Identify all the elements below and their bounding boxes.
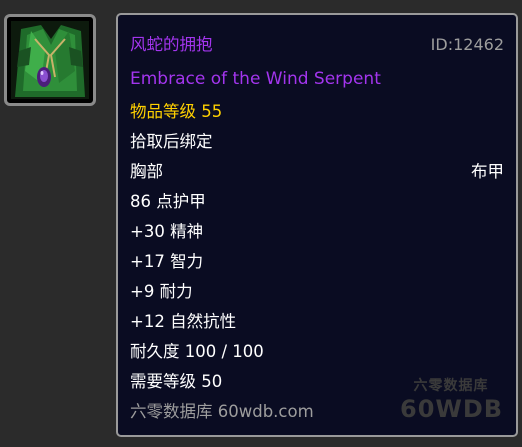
bind-type: 拾取后绑定 xyxy=(130,132,213,151)
item-id: ID:12462 xyxy=(430,35,504,54)
item-name-en: Embrace of the Wind Serpent xyxy=(130,69,381,89)
green-robe-icon xyxy=(11,21,89,99)
stat-stamina: +9 耐力 xyxy=(130,282,193,301)
armor-value: 86 点护甲 xyxy=(130,192,206,211)
item-tooltip: 风蛇的拥抱 ID:12462 Embrace of the Wind Serpe… xyxy=(116,13,518,437)
durability: 耐久度 100 / 100 xyxy=(130,342,264,361)
item-icon-frame xyxy=(4,14,96,106)
watermark-cn: 六零数据库 xyxy=(413,378,489,394)
stat-spirit: +30 精神 xyxy=(130,222,204,241)
armor-type: 布甲 xyxy=(471,162,504,181)
site-watermark: 六零数据库 60WDB xyxy=(400,377,502,423)
stat-intellect: +17 智力 xyxy=(130,252,204,271)
stat-nature-resistance: +12 自然抗性 xyxy=(130,312,237,331)
item-slot: 胸部 xyxy=(130,162,163,181)
watermark-en: 60WDB xyxy=(400,395,504,423)
item-name-cn: 风蛇的拥抱 xyxy=(130,35,213,54)
slot-row: 胸部 布甲 xyxy=(130,161,504,183)
item-level: 物品等级 55 xyxy=(130,102,223,121)
item-name-cn-row: 风蛇的拥抱 ID:12462 xyxy=(130,34,504,56)
